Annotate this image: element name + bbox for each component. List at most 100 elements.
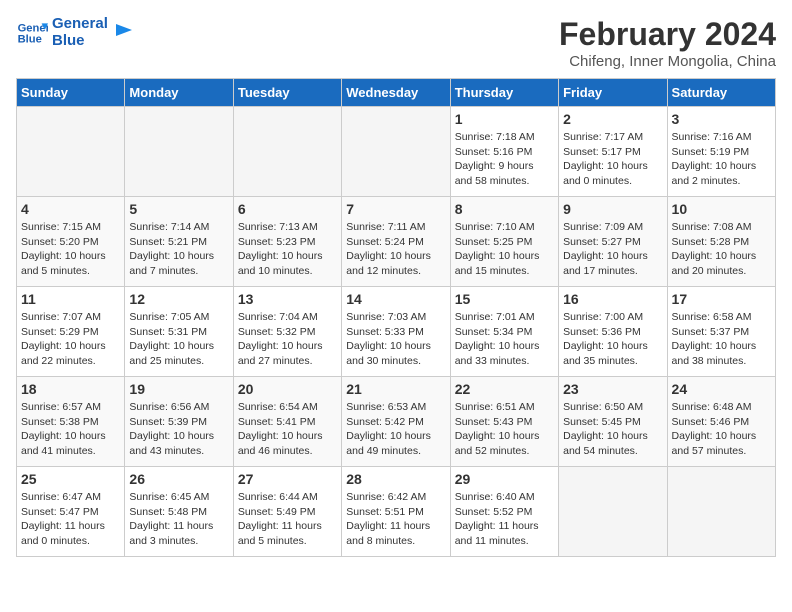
day-info: Sunrise: 7:15 AM Sunset: 5:20 PM Dayligh… bbox=[21, 220, 120, 279]
calendar-cell bbox=[233, 107, 341, 197]
calendar-cell: 25 Sunrise: 6:47 AM Sunset: 5:47 PM Dayli… bbox=[17, 467, 125, 557]
calendar-cell bbox=[17, 107, 125, 197]
weekday-header-sunday: Sunday bbox=[17, 79, 125, 107]
calendar-cell: 7Sunrise: 7:11 AM Sunset: 5:24 PM Daylig… bbox=[342, 197, 450, 287]
day-number: 2 bbox=[563, 111, 662, 127]
calendar-cell: 6 Sunrise: 7:13 AM Sunset: 5:23 PM Daylig… bbox=[233, 197, 341, 287]
calendar-cell bbox=[559, 467, 667, 557]
svg-text:Blue: Blue bbox=[18, 33, 42, 45]
calendar-cell: 1 Sunrise: 7:18 AM Sunset: 5:16 PM Daylig… bbox=[450, 107, 558, 197]
calendar-week-row: 25 Sunrise: 6:47 AM Sunset: 5:47 PM Dayli… bbox=[17, 467, 776, 557]
calendar-cell: 16 Sunrise: 7:00 AM Sunset: 5:36 PM Dayli… bbox=[559, 287, 667, 377]
weekday-header-row: SundayMondayTuesdayWednesdayThursdayFrid… bbox=[17, 79, 776, 107]
calendar-cell: 5 Sunrise: 7:14 AM Sunset: 5:21 PM Daylig… bbox=[125, 197, 233, 287]
day-number: 17 bbox=[672, 291, 771, 307]
weekday-header-saturday: Saturday bbox=[667, 79, 775, 107]
day-number: 11 bbox=[21, 291, 120, 307]
calendar-cell: 19Sunrise: 6:56 AM Sunset: 5:39 PM Dayli… bbox=[125, 377, 233, 467]
day-number: 7 bbox=[346, 201, 445, 217]
calendar-cell: 10 Sunrise: 7:08 AM Sunset: 5:28 PM Dayli… bbox=[667, 197, 775, 287]
day-info: Sunrise: 7:09 AM Sunset: 5:27 PM Dayligh… bbox=[563, 220, 662, 279]
calendar-cell: 4Sunrise: 7:15 AM Sunset: 5:20 PM Daylig… bbox=[17, 197, 125, 287]
weekday-header-monday: Monday bbox=[125, 79, 233, 107]
calendar-week-row: 1 Sunrise: 7:18 AM Sunset: 5:16 PM Daylig… bbox=[17, 107, 776, 197]
day-info: Sunrise: 6:54 AM Sunset: 5:41 PM Dayligh… bbox=[238, 400, 337, 459]
calendar-cell: 9 Sunrise: 7:09 AM Sunset: 5:27 PM Daylig… bbox=[559, 197, 667, 287]
day-info: Sunrise: 6:42 AM Sunset: 5:51 PM Dayligh… bbox=[346, 490, 445, 549]
calendar-cell: 21 Sunrise: 6:53 AM Sunset: 5:42 PM Dayli… bbox=[342, 377, 450, 467]
calendar-cell: 22 Sunrise: 6:51 AM Sunset: 5:43 PM Dayli… bbox=[450, 377, 558, 467]
day-number: 9 bbox=[563, 201, 662, 217]
calendar-cell: 3 Sunrise: 7:16 AM Sunset: 5:19 PM Daylig… bbox=[667, 107, 775, 197]
day-info: Sunrise: 7:16 AM Sunset: 5:19 PM Dayligh… bbox=[672, 130, 771, 189]
day-info: Sunrise: 7:17 AM Sunset: 5:17 PM Dayligh… bbox=[563, 130, 662, 189]
day-info: Sunrise: 7:01 AM Sunset: 5:34 PM Dayligh… bbox=[455, 310, 554, 369]
day-info: Sunrise: 6:51 AM Sunset: 5:43 PM Dayligh… bbox=[455, 400, 554, 459]
day-number: 28 bbox=[346, 471, 445, 487]
calendar-cell: 2 Sunrise: 7:17 AM Sunset: 5:17 PM Daylig… bbox=[559, 107, 667, 197]
weekday-header-tuesday: Tuesday bbox=[233, 79, 341, 107]
calendar-week-row: 18 Sunrise: 6:57 AM Sunset: 5:38 PM Dayli… bbox=[17, 377, 776, 467]
weekday-header-wednesday: Wednesday bbox=[342, 79, 450, 107]
day-info: Sunrise: 7:14 AM Sunset: 5:21 PM Dayligh… bbox=[129, 220, 228, 279]
calendar-cell: 17 Sunrise: 6:58 AM Sunset: 5:37 PM Dayli… bbox=[667, 287, 775, 377]
calendar-cell: 29 Sunrise: 6:40 AM Sunset: 5:52 PM Dayli… bbox=[450, 467, 558, 557]
weekday-header-friday: Friday bbox=[559, 79, 667, 107]
day-number: 18 bbox=[21, 381, 120, 397]
day-number: 3 bbox=[672, 111, 771, 127]
day-info: Sunrise: 7:05 AM Sunset: 5:31 PM Dayligh… bbox=[129, 310, 228, 369]
day-info: Sunrise: 6:56 AM Sunset: 5:39 PM Dayligh… bbox=[129, 400, 228, 459]
day-info: Sunrise: 6:47 AM Sunset: 5:47 PM Dayligh… bbox=[21, 490, 120, 549]
calendar-cell: 15 Sunrise: 7:01 AM Sunset: 5:34 PM Dayli… bbox=[450, 287, 558, 377]
logo: General Blue General Blue bbox=[16, 16, 134, 49]
calendar-cell: 11Sunrise: 7:07 AM Sunset: 5:29 PM Dayli… bbox=[17, 287, 125, 377]
flag-icon bbox=[112, 22, 134, 44]
day-number: 8 bbox=[455, 201, 554, 217]
calendar-cell: 24Sunrise: 6:48 AM Sunset: 5:46 PM Dayli… bbox=[667, 377, 775, 467]
calendar-week-row: 11Sunrise: 7:07 AM Sunset: 5:29 PM Dayli… bbox=[17, 287, 776, 377]
calendar-title: February 2024 bbox=[559, 16, 776, 53]
calendar-cell: 23 Sunrise: 6:50 AM Sunset: 5:45 PM Dayli… bbox=[559, 377, 667, 467]
day-number: 12 bbox=[129, 291, 228, 307]
calendar-cell bbox=[667, 467, 775, 557]
calendar-cell bbox=[342, 107, 450, 197]
calendar-cell: 14Sunrise: 7:03 AM Sunset: 5:33 PM Dayli… bbox=[342, 287, 450, 377]
day-info: Sunrise: 6:53 AM Sunset: 5:42 PM Dayligh… bbox=[346, 400, 445, 459]
day-number: 13 bbox=[238, 291, 337, 307]
day-info: Sunrise: 7:18 AM Sunset: 5:16 PM Dayligh… bbox=[455, 130, 554, 189]
calendar-cell: 20Sunrise: 6:54 AM Sunset: 5:41 PM Dayli… bbox=[233, 377, 341, 467]
day-number: 23 bbox=[563, 381, 662, 397]
logo-general: General bbox=[52, 16, 108, 33]
day-info: Sunrise: 7:00 AM Sunset: 5:36 PM Dayligh… bbox=[563, 310, 662, 369]
day-number: 24 bbox=[672, 381, 771, 397]
day-info: Sunrise: 6:45 AM Sunset: 5:48 PM Dayligh… bbox=[129, 490, 228, 549]
day-number: 21 bbox=[346, 381, 445, 397]
calendar-cell: 8Sunrise: 7:10 AM Sunset: 5:25 PM Daylig… bbox=[450, 197, 558, 287]
day-number: 5 bbox=[129, 201, 228, 217]
day-number: 27 bbox=[238, 471, 337, 487]
calendar-cell: 26Sunrise: 6:45 AM Sunset: 5:48 PM Dayli… bbox=[125, 467, 233, 557]
day-number: 15 bbox=[455, 291, 554, 307]
calendar-cell: 28 Sunrise: 6:42 AM Sunset: 5:51 PM Dayli… bbox=[342, 467, 450, 557]
day-number: 22 bbox=[455, 381, 554, 397]
calendar-table: SundayMondayTuesdayWednesdayThursdayFrid… bbox=[16, 78, 776, 557]
day-number: 10 bbox=[672, 201, 771, 217]
day-number: 16 bbox=[563, 291, 662, 307]
day-info: Sunrise: 6:40 AM Sunset: 5:52 PM Dayligh… bbox=[455, 490, 554, 549]
calendar-week-row: 4Sunrise: 7:15 AM Sunset: 5:20 PM Daylig… bbox=[17, 197, 776, 287]
day-info: Sunrise: 6:57 AM Sunset: 5:38 PM Dayligh… bbox=[21, 400, 120, 459]
logo-blue: Blue bbox=[52, 33, 108, 50]
day-number: 1 bbox=[455, 111, 554, 127]
day-number: 29 bbox=[455, 471, 554, 487]
calendar-cell: 13Sunrise: 7:04 AM Sunset: 5:32 PM Dayli… bbox=[233, 287, 341, 377]
calendar-subtitle: Chifeng, Inner Mongolia, China bbox=[559, 53, 776, 70]
calendar-cell bbox=[125, 107, 233, 197]
day-number: 6 bbox=[238, 201, 337, 217]
day-info: Sunrise: 6:50 AM Sunset: 5:45 PM Dayligh… bbox=[563, 400, 662, 459]
weekday-header-thursday: Thursday bbox=[450, 79, 558, 107]
header: General Blue General Blue February 2024 … bbox=[16, 16, 776, 70]
day-number: 25 bbox=[21, 471, 120, 487]
day-info: Sunrise: 7:08 AM Sunset: 5:28 PM Dayligh… bbox=[672, 220, 771, 279]
day-info: Sunrise: 6:58 AM Sunset: 5:37 PM Dayligh… bbox=[672, 310, 771, 369]
day-info: Sunrise: 7:13 AM Sunset: 5:23 PM Dayligh… bbox=[238, 220, 337, 279]
